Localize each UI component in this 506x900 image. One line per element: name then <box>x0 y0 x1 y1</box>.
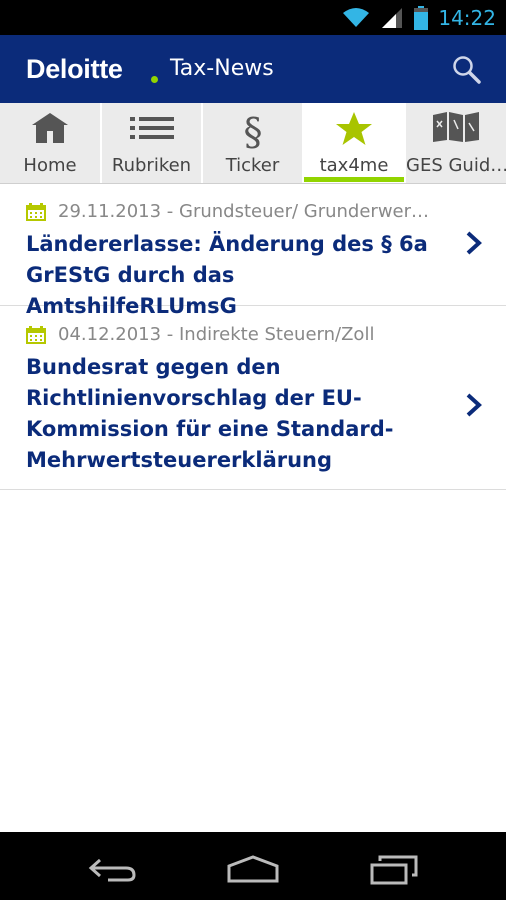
chevron-right-icon <box>466 393 482 417</box>
status-bar: 14:22 <box>0 0 506 35</box>
map-icon <box>433 112 479 142</box>
chevron-right-icon <box>466 231 482 255</box>
battery-icon <box>414 5 429 30</box>
article-date-category: 04.12.2013 - Indirekte Steuern/Zoll <box>58 324 375 345</box>
tab-tax4me[interactable]: tax4me <box>304 103 404 183</box>
calendar-icon <box>26 325 46 344</box>
recent-apps-icon[interactable] <box>370 853 420 885</box>
tab-ticker-label: Ticker <box>225 155 280 176</box>
calendar-icon <box>26 202 46 221</box>
action-bar: Deloitte Tax-News <box>0 35 506 103</box>
article-meta: 04.12.2013 - Indirekte Steuern/Zoll <box>26 324 374 345</box>
tab-tax4me-label: tax4me <box>319 155 389 176</box>
search-icon <box>453 56 481 84</box>
brand-dot <box>151 76 158 83</box>
app-title: Tax-News <box>170 56 274 81</box>
svg-text:§: § <box>243 111 262 151</box>
home-icon <box>32 113 68 143</box>
active-tab-indicator <box>304 177 404 182</box>
signal-icon <box>382 7 403 28</box>
article-date-category: 29.11.2013 - Grundsteuer/ Grunderwer… <box>58 201 430 222</box>
list-item[interactable]: 04.12.2013 - Indirekte Steuern/Zoll Bund… <box>0 306 506 490</box>
wifi-icon <box>343 7 370 27</box>
system-navigation-bar <box>0 832 506 900</box>
tab-ges-guide[interactable]: GES Guid… <box>406 103 506 183</box>
clock: 14:22 <box>438 5 496 30</box>
search-button[interactable] <box>450 53 484 87</box>
tab-bar: Home Rubriken § Ticker tax4me GES Guid… <box>0 103 506 184</box>
list-item[interactable]: 29.11.2013 - Grundsteuer/ Grunderwer… Lä… <box>0 184 506 318</box>
list-icon <box>129 117 174 139</box>
article-title: Bundesrat gegen den Richtlinienvorschlag… <box>26 355 394 472</box>
brand-logo: Deloitte <box>26 54 123 84</box>
article-meta: 29.11.2013 - Grundsteuer/ Grunderwer… <box>26 201 429 222</box>
back-icon[interactable] <box>88 856 136 882</box>
paragraph-icon: § <box>243 111 262 151</box>
tab-home[interactable]: Home <box>0 103 100 183</box>
tab-ticker[interactable]: § Ticker <box>203 103 302 183</box>
tab-rubriken-label: Rubriken <box>111 155 192 176</box>
tab-ges-guide-label: GES Guid… <box>406 155 506 176</box>
tab-home-label: Home <box>23 155 77 176</box>
home-nav-icon[interactable] <box>226 854 280 884</box>
article-list: 29.11.2013 - Grundsteuer/ Grunderwer… Lä… <box>0 184 506 490</box>
tab-rubriken[interactable]: Rubriken <box>102 103 201 183</box>
star-icon <box>336 112 372 145</box>
